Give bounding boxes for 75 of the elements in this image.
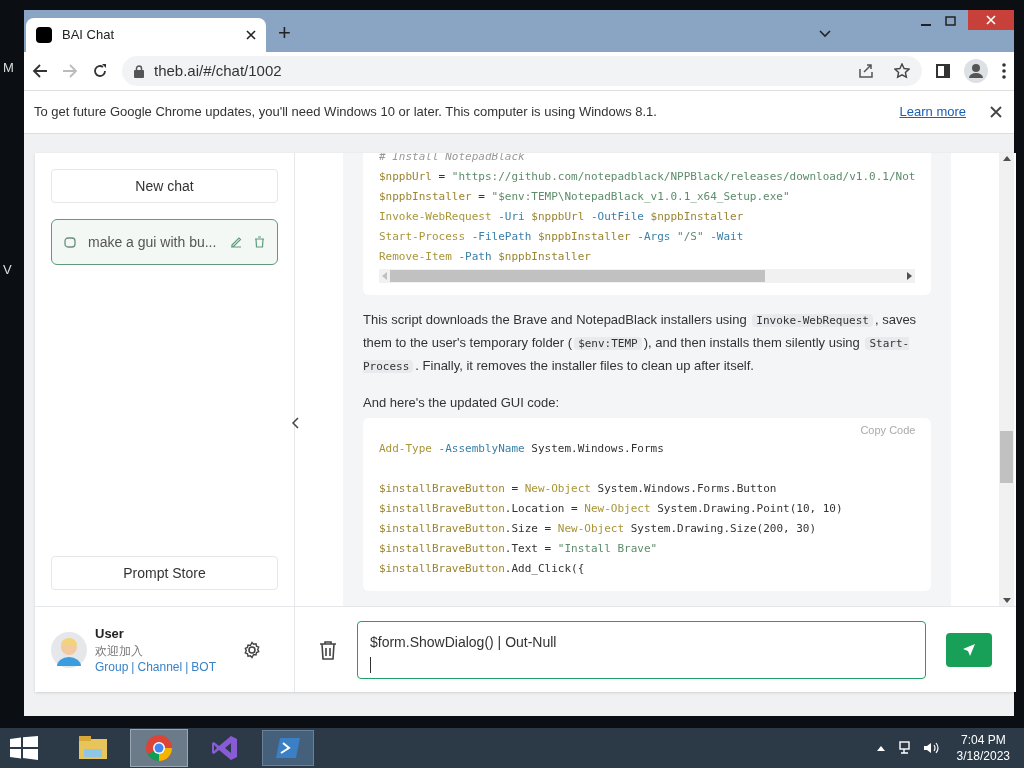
prompt-store-button[interactable]: Prompt Store	[51, 556, 278, 590]
code-line: Add-Type -AssemblyName System.Windows.Forms	[379, 440, 665, 457]
visual-studio-icon	[211, 734, 239, 762]
close-button[interactable]	[968, 10, 1014, 30]
site-favicon-icon	[36, 27, 52, 43]
community-link[interactable]: Group	[95, 660, 129, 675]
volume-icon[interactable]	[922, 741, 939, 755]
new-tab-button[interactable]: +	[278, 22, 291, 44]
scrollbar[interactable]	[999, 153, 1015, 606]
code-line: Remove-Item -Path $nppbInstaller	[379, 249, 592, 265]
chrome-icon	[145, 734, 173, 762]
scroll-thumb[interactable]	[1000, 431, 1014, 483]
trash-icon[interactable]	[319, 639, 337, 660]
chevron-down-icon[interactable]	[819, 30, 831, 38]
network-icon[interactable]	[898, 741, 913, 755]
separator: |	[185, 660, 189, 675]
side-panel-icon[interactable]	[936, 64, 950, 78]
code-line: $installBraveButton.Text = "Install Brave"	[379, 540, 659, 557]
code-line: $installBraveButton = New-Object System.Windows.Forms.Button	[379, 480, 778, 497]
community-link[interactable]: BOT	[191, 660, 216, 675]
scroll-right-icon[interactable]	[907, 272, 913, 280]
collapse-sidebar-icon[interactable]	[291, 417, 299, 429]
horizontal-scrollbar[interactable]	[379, 269, 916, 283]
settings-icon[interactable]	[243, 640, 261, 659]
lock-icon	[134, 64, 144, 78]
separator: |	[131, 660, 135, 675]
message-input[interactable]: $form.ShowDialog() | Out-Null	[357, 620, 927, 679]
chat-title: make a gui with bu...	[88, 232, 218, 252]
code-line: Invoke-WebRequest -Uri $nppbUrl -OutFile $nppbInstaller	[379, 209, 745, 225]
code-line: $installBraveButton.Location = New-Object System.Drawing.Point(10, 10)	[379, 500, 844, 517]
code-line: $installBraveButton.Add_Click({	[379, 560, 586, 577]
more-icon[interactable]	[1002, 63, 1006, 79]
folder-icon	[78, 735, 108, 761]
user-name: User	[95, 624, 125, 643]
share-icon[interactable]	[858, 63, 874, 79]
community-link[interactable]: Channel	[137, 660, 183, 675]
windows-logo-icon[interactable]	[10, 736, 38, 760]
welcome-text: 欢迎加入	[95, 644, 143, 659]
code-line: $nppbInstaller = "$env:TEMP\NotepadBlack_v1.0.1_x64_Setup.exe"	[379, 189, 791, 205]
scroll-down-icon[interactable]	[1002, 598, 1011, 603]
clock-time: 7:04 PM	[960, 732, 1006, 748]
icon-label: M	[3, 59, 14, 77]
tray-arrow-icon[interactable]	[876, 745, 885, 751]
input-text: $form.ShowDialog() | Out-Null	[370, 632, 558, 652]
maximize-icon[interactable]	[945, 16, 956, 26]
new-chat-button[interactable]: New chat	[51, 169, 278, 203]
code-line: $nppbUrl = "https://github.com/notepadblack/NPPBlack/releases/download/v1.0.1/Not	[379, 169, 916, 185]
close-icon	[986, 15, 996, 25]
star-icon[interactable]	[894, 63, 910, 79]
close-icon[interactable]	[990, 106, 1002, 118]
scroll-up-icon[interactable]	[1002, 156, 1011, 161]
back-icon[interactable]	[32, 63, 48, 79]
scroll-thumb[interactable]	[390, 270, 765, 282]
clock-date: 3/18/2023	[956, 748, 1010, 764]
paragraph: This script downloads the Brave and NotepadBlack installers using Invoke-WebRequest , saves them to the user's temporary folder ( $env:TEMP ), and then installs them silently using Start-Process . Finally, it removes the installer files to clean up after itself.	[363, 311, 918, 375]
text-cursor	[370, 656, 371, 673]
icon-label: V	[3, 261, 12, 279]
url-text: theb.ai/#/chat/1002	[154, 60, 283, 81]
send-button[interactable]	[946, 632, 993, 667]
chat-bubble-icon	[64, 236, 76, 248]
edit-icon[interactable]	[230, 236, 242, 248]
update-notice: To get future Google Chrome updates, you'll need Windows 10 or later. This computer is using Windows 8.1.	[34, 103, 658, 122]
chat-item[interactable]: make a gui with bu...	[51, 219, 278, 265]
paragraph: And here's the updated GUI code:	[363, 394, 561, 412]
address-bar[interactable]: theb.ai/#/chat/1002	[122, 56, 922, 86]
close-tab-icon[interactable]	[246, 30, 256, 40]
code-line: Start-Process -FilePath $nppbInstaller -Args "/S" -Wait	[379, 229, 745, 245]
send-icon	[962, 642, 977, 657]
profile-icon[interactable]	[964, 59, 988, 83]
powershell-icon	[275, 737, 301, 759]
learn-more-link[interactable]: Learn more	[899, 102, 966, 122]
avatar-icon	[51, 631, 87, 668]
browser-tab[interactable]: BAI Chat	[26, 18, 266, 52]
code-line: $installBraveButton.Size = New-Object System.Drawing.Size(200, 30)	[379, 520, 818, 537]
reload-icon[interactable]	[92, 63, 108, 79]
